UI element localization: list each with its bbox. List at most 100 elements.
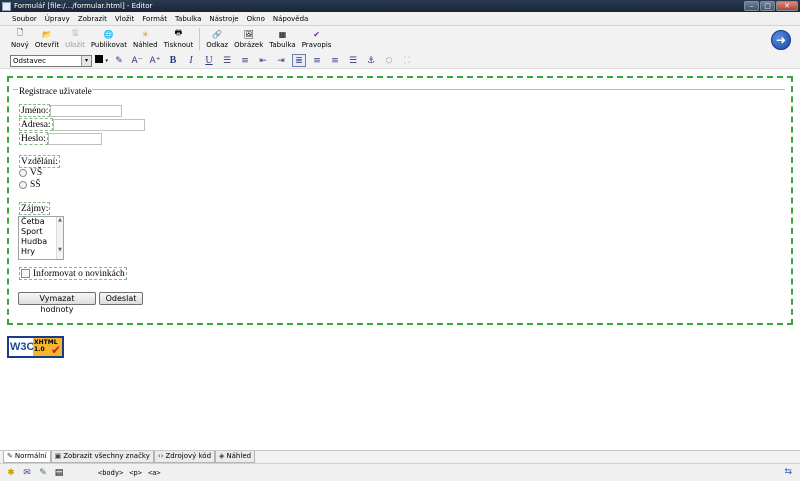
bold-icon[interactable]: B — [166, 54, 180, 67]
listbox-scrollbar[interactable]: ▲ ▼ — [56, 217, 63, 259]
radio-ss[interactable] — [19, 181, 27, 189]
tab-preview-label: Náhled — [226, 452, 252, 460]
tab-normal[interactable]: ✎ Normální — [3, 451, 51, 463]
password-label: Heslo: — [19, 132, 48, 145]
name-label: Jméno: — [19, 104, 51, 117]
spellcheck-button[interactable]: ✔ Pravopis — [299, 26, 335, 52]
menu-zobrazit[interactable]: Zobrazit — [74, 15, 111, 23]
background-color-icon[interactable]: ⛭ — [382, 54, 396, 67]
new-button[interactable]: 🗋 Nový — [8, 26, 32, 52]
minimize-button[interactable]: – — [744, 1, 759, 11]
align-center-icon[interactable]: ≡ — [310, 54, 324, 67]
scroll-up-icon[interactable]: ▲ — [57, 217, 63, 223]
menu-soubor[interactable]: Soubor — [8, 15, 41, 23]
publish-button[interactable]: 🌐 Publikovat — [88, 26, 130, 52]
interests-listbox[interactable]: Četba Sport Hudba Hry ▲ ▼ — [18, 216, 64, 260]
menu-upravy[interactable]: Úpravy — [41, 15, 74, 23]
submit-button[interactable]: Odeslat — [99, 292, 143, 305]
editor-area[interactable]: Registrace uživatele Jméno: Adresa: Hesl… — [0, 70, 800, 450]
menu-napoveda[interactable]: Nápověda — [269, 15, 312, 23]
online-status-icon[interactable]: ⇆ — [784, 467, 792, 477]
maximize-button[interactable]: □ — [760, 1, 775, 11]
path-a[interactable]: <a> — [148, 469, 161, 477]
xhtml-label: XHTML 1.0 ✔ — [33, 338, 62, 356]
element-path: <body> <p> <a> — [98, 469, 161, 477]
scroll-down-icon[interactable]: ▼ — [57, 247, 63, 253]
address-book-icon[interactable]: ▤ — [52, 467, 66, 479]
image-icon: 🖼 — [243, 29, 254, 39]
paragraph-style-select[interactable]: Odstavec ▾ — [10, 54, 92, 67]
education-row: Vzdělání: — [19, 155, 60, 168]
text-color-picker[interactable]: ▾ — [94, 54, 108, 67]
increase-font-icon[interactable]: A⁺ — [148, 54, 162, 67]
component-bar-icon[interactable]: ✱ — [4, 467, 18, 479]
path-body[interactable]: <body> — [98, 469, 123, 477]
address-label: Adresa: — [19, 118, 53, 131]
outdent-icon[interactable]: ⇤ — [256, 54, 270, 67]
menu-vlozit[interactable]: Vložit — [111, 15, 138, 23]
underline-icon[interactable]: U — [202, 54, 216, 67]
print-icon: 🖶 — [174, 28, 183, 37]
checkmark-icon: ✔ — [50, 343, 61, 357]
remove-format-icon[interactable]: ⛶ — [400, 54, 414, 67]
numbered-list-icon[interactable]: ≡ — [238, 54, 252, 67]
interests-label: Zájmy: — [19, 202, 51, 215]
decrease-font-icon[interactable]: A⁻ — [130, 54, 144, 67]
open-button[interactable]: 📂 Otevřít — [32, 26, 62, 52]
w3c-xhtml-badge[interactable]: W3C XHTML 1.0 ✔ — [7, 336, 64, 358]
composer-icon[interactable]: ✎ — [36, 467, 50, 479]
form-fieldset: Registrace uživatele Jméno: Adresa: Hesl… — [7, 76, 793, 325]
fieldset-border-right — [92, 89, 785, 90]
indent-icon[interactable]: ⇥ — [274, 54, 288, 67]
name-row: Jméno: — [19, 104, 123, 117]
chevron-down-icon[interactable]: ▾ — [81, 55, 91, 66]
tab-source[interactable]: ‹› Zdrojový kód — [153, 451, 216, 463]
link-label: Odkaz — [206, 41, 229, 49]
table-icon: ▦ — [278, 29, 287, 39]
menu-okno[interactable]: Okno — [243, 15, 269, 23]
image-button[interactable]: 🖼 Obrázek — [231, 26, 266, 52]
reset-button[interactable]: Vymazat hodnoty — [18, 292, 96, 314]
menu-tabulka[interactable]: Tabulka — [171, 15, 205, 23]
spellcheck-icon: ✔ — [313, 29, 320, 39]
close-button[interactable]: ✕ — [776, 1, 798, 11]
password-row: Heslo: — [19, 132, 102, 145]
tab-show-tags[interactable]: ▣ Zobrazit všechny značky — [50, 451, 154, 463]
menu-nastroje[interactable]: Nástroje — [205, 15, 242, 23]
table-button[interactable]: ▦ Tabulka — [266, 26, 298, 52]
preview-label: Náhled — [132, 41, 158, 49]
save-button[interactable]: 🖫 Uložit — [62, 26, 88, 52]
window-title: Formulář [file:/.../formular.html] - Edi… — [14, 2, 153, 10]
help-icon[interactable]: ➜ — [771, 30, 791, 50]
bullet-list-icon[interactable]: ☰ — [220, 54, 234, 67]
link-button[interactable]: 🔗 Odkaz — [203, 26, 231, 52]
interests-row: Zájmy: — [19, 202, 51, 215]
preview-button[interactable]: ✳ Náhled — [130, 26, 161, 52]
tab-source-label: Zdrojový kód — [165, 452, 212, 460]
print-button[interactable]: 🖶 Tisknout — [161, 26, 197, 52]
title-bar: Formulář [file:/.../formular.html] - Edi… — [0, 0, 800, 12]
italic-icon[interactable]: I — [184, 54, 198, 67]
tab-preview[interactable]: ◈ Náhled — [215, 451, 256, 463]
status-bar: ✱ ✉ ✎ ▤ <body> <p> <a> ⇆ — [0, 463, 800, 481]
anchor-icon[interactable]: ⚓ — [364, 54, 378, 67]
newsletter-checkbox[interactable] — [21, 269, 30, 278]
name-input[interactable] — [50, 104, 123, 117]
menu-format[interactable]: Formát — [138, 15, 171, 23]
radio-vs[interactable] — [19, 169, 27, 177]
publish-icon: 🌐 — [103, 29, 114, 39]
password-input[interactable] — [47, 132, 102, 145]
mail-icon[interactable]: ✉ — [20, 467, 34, 479]
address-input[interactable] — [52, 118, 145, 131]
radio-vs-label: VŠ — [30, 168, 43, 178]
align-left-icon[interactable]: ≣ — [292, 54, 306, 67]
justify-icon[interactable]: ☰ — [346, 54, 360, 67]
path-p[interactable]: <p> — [129, 469, 142, 477]
align-right-icon[interactable]: ≡ — [328, 54, 342, 67]
w3c-logo: W3C — [10, 341, 35, 353]
highlight-icon[interactable]: ✎ — [112, 54, 126, 67]
open-label: Otevřít — [34, 41, 60, 49]
window-controls: – □ ✕ — [744, 1, 798, 11]
newsletter-wrapper: Informovat o novinkách — [19, 267, 127, 280]
address-row: Adresa: — [19, 118, 145, 131]
